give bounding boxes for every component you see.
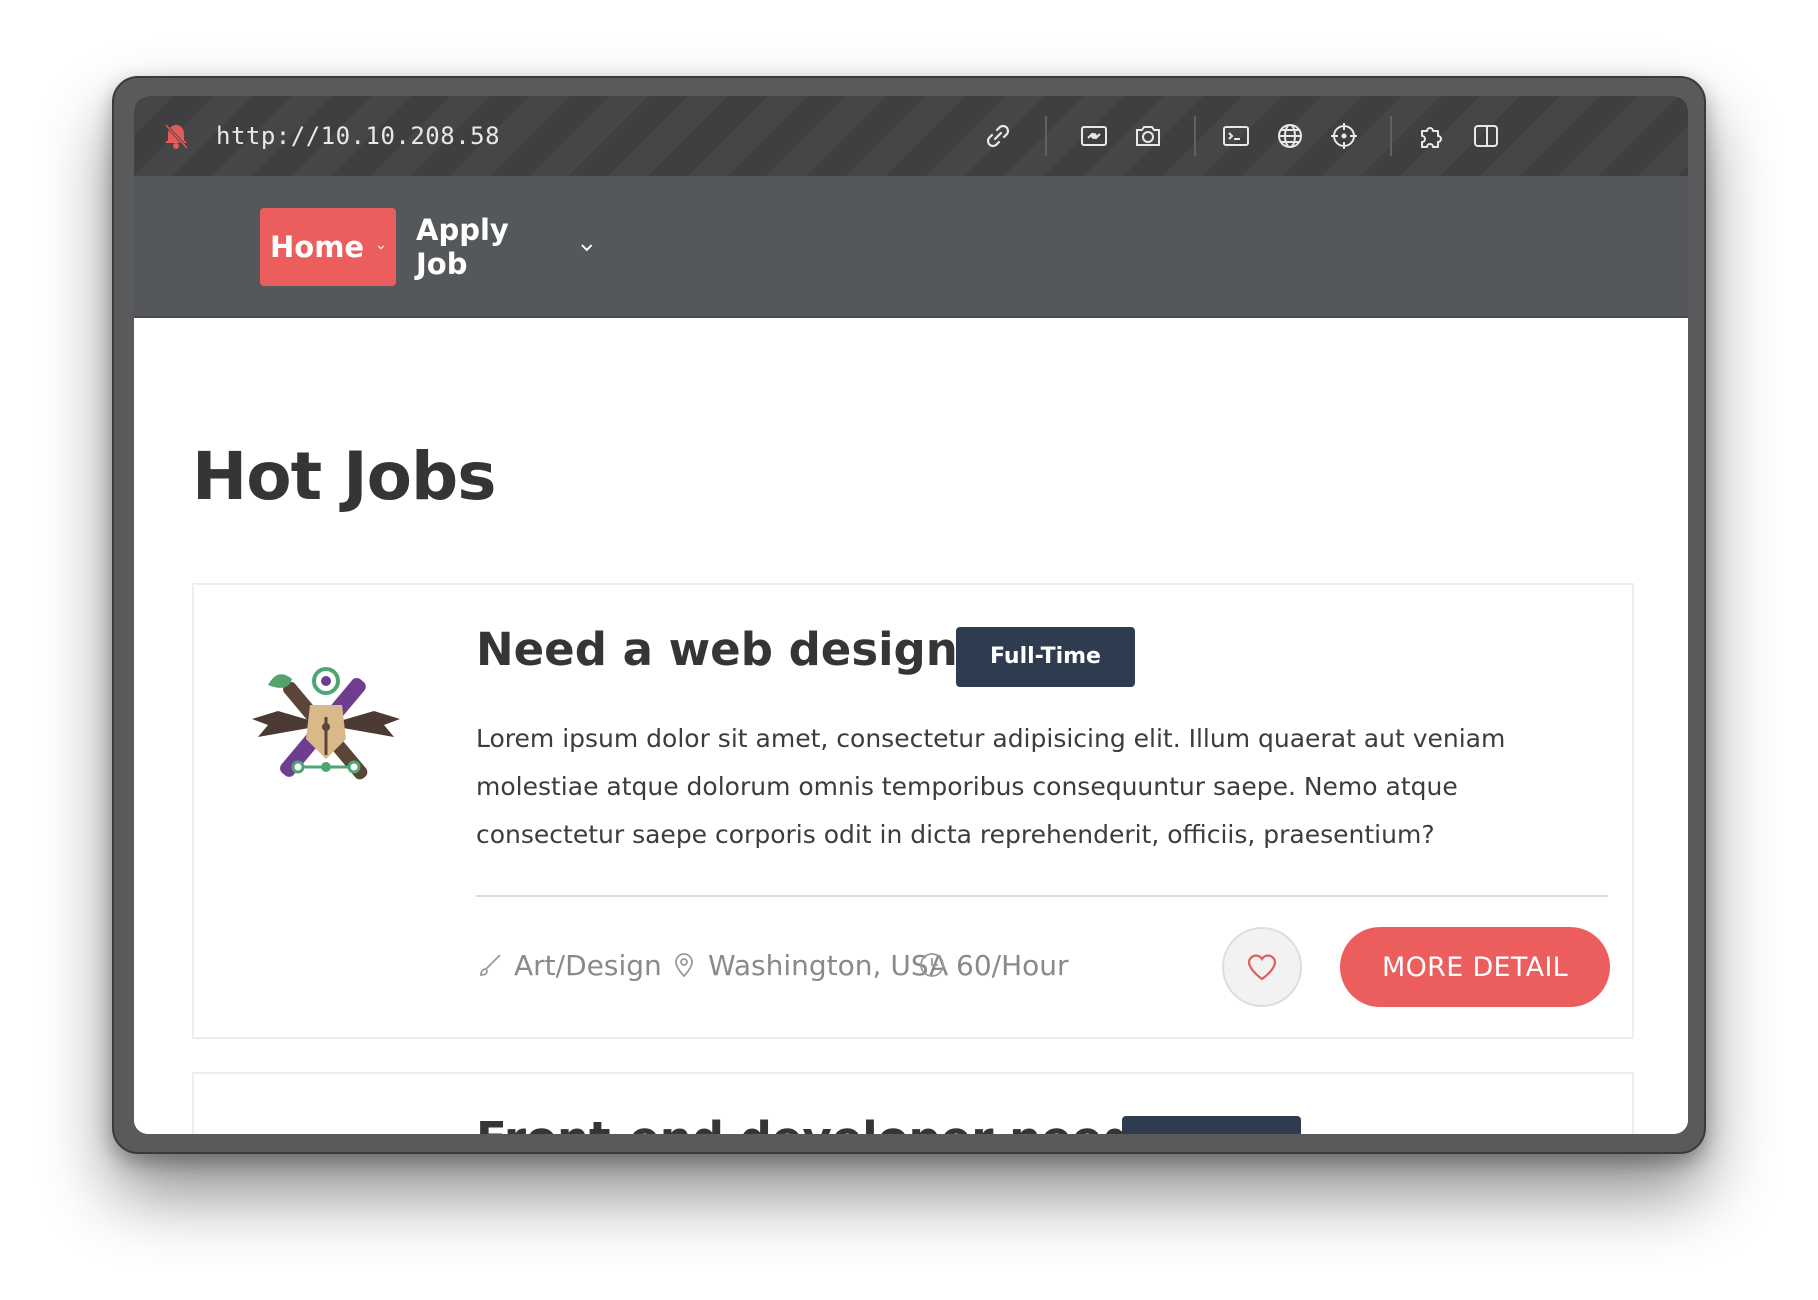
job-rate-label: 60/Hour [956, 948, 1069, 982]
address-bar[interactable]: http://10.10.208.58 [216, 118, 500, 154]
job-card: Need a web designer Full-Time Lorem ipsu… [192, 583, 1634, 1039]
camera-icon[interactable] [1128, 116, 1168, 156]
map-pin-icon [675, 953, 693, 978]
card-divider [476, 895, 1608, 897]
browser-viewport: http://10.10.208.58 Home Apply Job Hot J… [134, 96, 1688, 1134]
heart-icon [1247, 954, 1277, 981]
browser-window: http://10.10.208.58 Home Apply Job Hot J… [112, 76, 1706, 1154]
chevron-down-icon [581, 244, 593, 252]
job-location: Washington, USA [670, 945, 948, 985]
page-title: Hot Jobs [192, 438, 497, 515]
nav-item-label: Home [270, 230, 365, 264]
job-title[interactable]: Need a web designer [476, 623, 1011, 676]
job-type-badge: Full-Time [1122, 1116, 1301, 1134]
brush-icon [480, 954, 501, 976]
sidebar-icon[interactable] [1466, 116, 1506, 156]
toolbar-separator [1390, 116, 1392, 156]
more-detail-button[interactable]: MORE DETAIL [1340, 927, 1610, 1007]
nav-item-label: Apply Job [416, 213, 509, 281]
notifications-off-icon[interactable] [156, 116, 196, 156]
clock-icon [920, 953, 944, 977]
toolbar-separator [1194, 116, 1196, 156]
globe-icon[interactable] [1270, 116, 1310, 156]
nav-item-apply-job[interactable]: Apply Job [406, 208, 606, 286]
job-location-label: Washington, USA [708, 948, 949, 982]
page-content: Hot Jobs Need a web designer Full-Time L… [134, 318, 1688, 1134]
job-title[interactable]: Front-end developer needed [476, 1112, 1197, 1134]
terminal-icon[interactable] [1216, 116, 1256, 156]
job-card: Front-end developer needed Full-Time [192, 1072, 1634, 1134]
job-category: Art/Design [476, 945, 662, 985]
site-navbar: Home Apply Job [134, 176, 1688, 318]
toolbar-separator [1045, 116, 1047, 156]
job-category-label: Art/Design [514, 948, 662, 982]
job-description: Lorem ipsum dolor sit amet, consectetur … [476, 724, 1506, 849]
job-rate: 60/Hour [918, 945, 1069, 985]
job-type-badge: Full-Time [956, 627, 1135, 687]
link-icon[interactable] [978, 116, 1018, 156]
design-logo-icon [252, 667, 400, 780]
browser-toolbar: http://10.10.208.58 [134, 96, 1688, 176]
extension-icon[interactable] [1412, 116, 1452, 156]
favorite-button[interactable] [1222, 927, 1302, 1007]
crosshair-icon[interactable] [1324, 116, 1364, 156]
nav-item-home[interactable]: Home [260, 208, 396, 286]
screenshot-icon[interactable] [1074, 116, 1114, 156]
chevron-down-icon [377, 245, 385, 250]
